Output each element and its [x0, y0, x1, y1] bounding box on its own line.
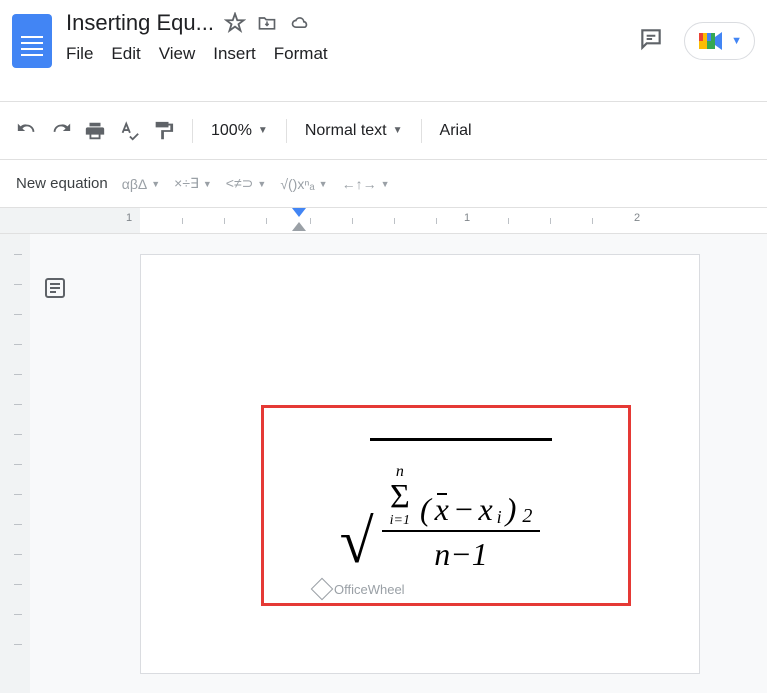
x-i: x: [478, 491, 492, 528]
math-dropdown[interactable]: √()xⁿₐ▼: [280, 176, 327, 192]
title-area: Inserting Equ... File Edit View Insert F…: [66, 8, 638, 64]
print-icon[interactable]: [84, 120, 106, 142]
equation-highlight-box: √ n Σ i=1 (x−xi)2: [261, 405, 631, 606]
sigma-symbol: Σ: [390, 480, 410, 514]
main-toolbar: 100% ▼ Normal text ▼ Arial: [0, 102, 767, 160]
watermark: OfficeWheel: [314, 581, 405, 597]
subscript-i: i: [497, 507, 502, 528]
menu-insert[interactable]: Insert: [213, 44, 256, 64]
document-title[interactable]: Inserting Equ...: [66, 10, 214, 36]
menu-bar: File Edit View Insert Format: [66, 44, 638, 64]
watermark-text: OfficeWheel: [334, 582, 405, 597]
denominator-minus: −: [450, 536, 472, 572]
chevron-down-icon: ▼: [731, 35, 742, 47]
sqrt-symbol: √: [340, 511, 374, 573]
document-page[interactable]: √ n Σ i=1 (x−xi)2: [140, 254, 700, 674]
menu-edit[interactable]: Edit: [111, 44, 140, 64]
meet-button[interactable]: ▼: [684, 22, 755, 60]
ruler-number: 1: [126, 212, 132, 224]
move-folder-icon[interactable]: [256, 13, 278, 33]
ruler-number: 2: [634, 212, 640, 224]
zoom-value: 100%: [211, 122, 252, 140]
new-equation-button[interactable]: New equation: [16, 175, 108, 192]
sigma-lower: i=1: [390, 514, 410, 528]
meet-icon: [697, 29, 725, 53]
workspace: √ n Σ i=1 (x−xi)2: [0, 234, 767, 693]
font-value: Arial: [440, 122, 472, 140]
horizontal-ruler[interactable]: 1 1 2: [0, 208, 767, 234]
outline-icon[interactable]: [43, 276, 67, 305]
menu-file[interactable]: File: [66, 44, 93, 64]
equation-toolbar: New equation αβΔ▼ ×÷∃▼ <≠⊃▼ √()xⁿₐ▼ ←↑→▼: [0, 160, 767, 208]
menu-view[interactable]: View: [159, 44, 196, 64]
greek-letters-dropdown[interactable]: αβΔ▼: [122, 176, 160, 192]
cloud-status-icon[interactable]: [288, 13, 312, 33]
app-header: Inserting Equ... File Edit View Insert F…: [0, 0, 767, 102]
chevron-down-icon: ▼: [258, 125, 268, 136]
font-dropdown[interactable]: Arial: [440, 122, 472, 140]
vertical-ruler: [0, 234, 30, 693]
watermark-icon: [311, 578, 334, 601]
indent-marker[interactable]: [292, 208, 306, 220]
minus: −: [453, 491, 475, 528]
comments-icon[interactable]: [638, 26, 664, 57]
menu-format[interactable]: Format: [274, 44, 328, 64]
equation-formula[interactable]: √ n Σ i=1 (x−xi)2: [292, 438, 600, 573]
chevron-down-icon: ▼: [393, 125, 403, 136]
denominator-one: 1: [472, 536, 488, 572]
spellcheck-icon[interactable]: [118, 120, 140, 142]
exponent-2: 2: [522, 505, 532, 528]
style-value: Normal text: [305, 122, 387, 140]
ruler-number: 1: [464, 212, 470, 224]
relations-dropdown[interactable]: <≠⊃▼: [226, 175, 267, 192]
denominator-n: n: [434, 536, 450, 572]
docs-logo[interactable]: [12, 14, 52, 68]
style-dropdown[interactable]: Normal text ▼: [305, 122, 403, 140]
indent-marker-bottom[interactable]: [292, 222, 306, 234]
arrows-dropdown[interactable]: ←↑→▼: [342, 176, 390, 192]
undo-icon[interactable]: [16, 120, 38, 142]
zoom-dropdown[interactable]: 100% ▼: [211, 122, 268, 140]
star-icon[interactable]: [224, 12, 246, 34]
x-bar: x: [435, 491, 449, 528]
paint-format-icon[interactable]: [152, 120, 174, 142]
operators-dropdown[interactable]: ×÷∃▼: [174, 175, 212, 192]
redo-icon[interactable]: [50, 120, 72, 142]
